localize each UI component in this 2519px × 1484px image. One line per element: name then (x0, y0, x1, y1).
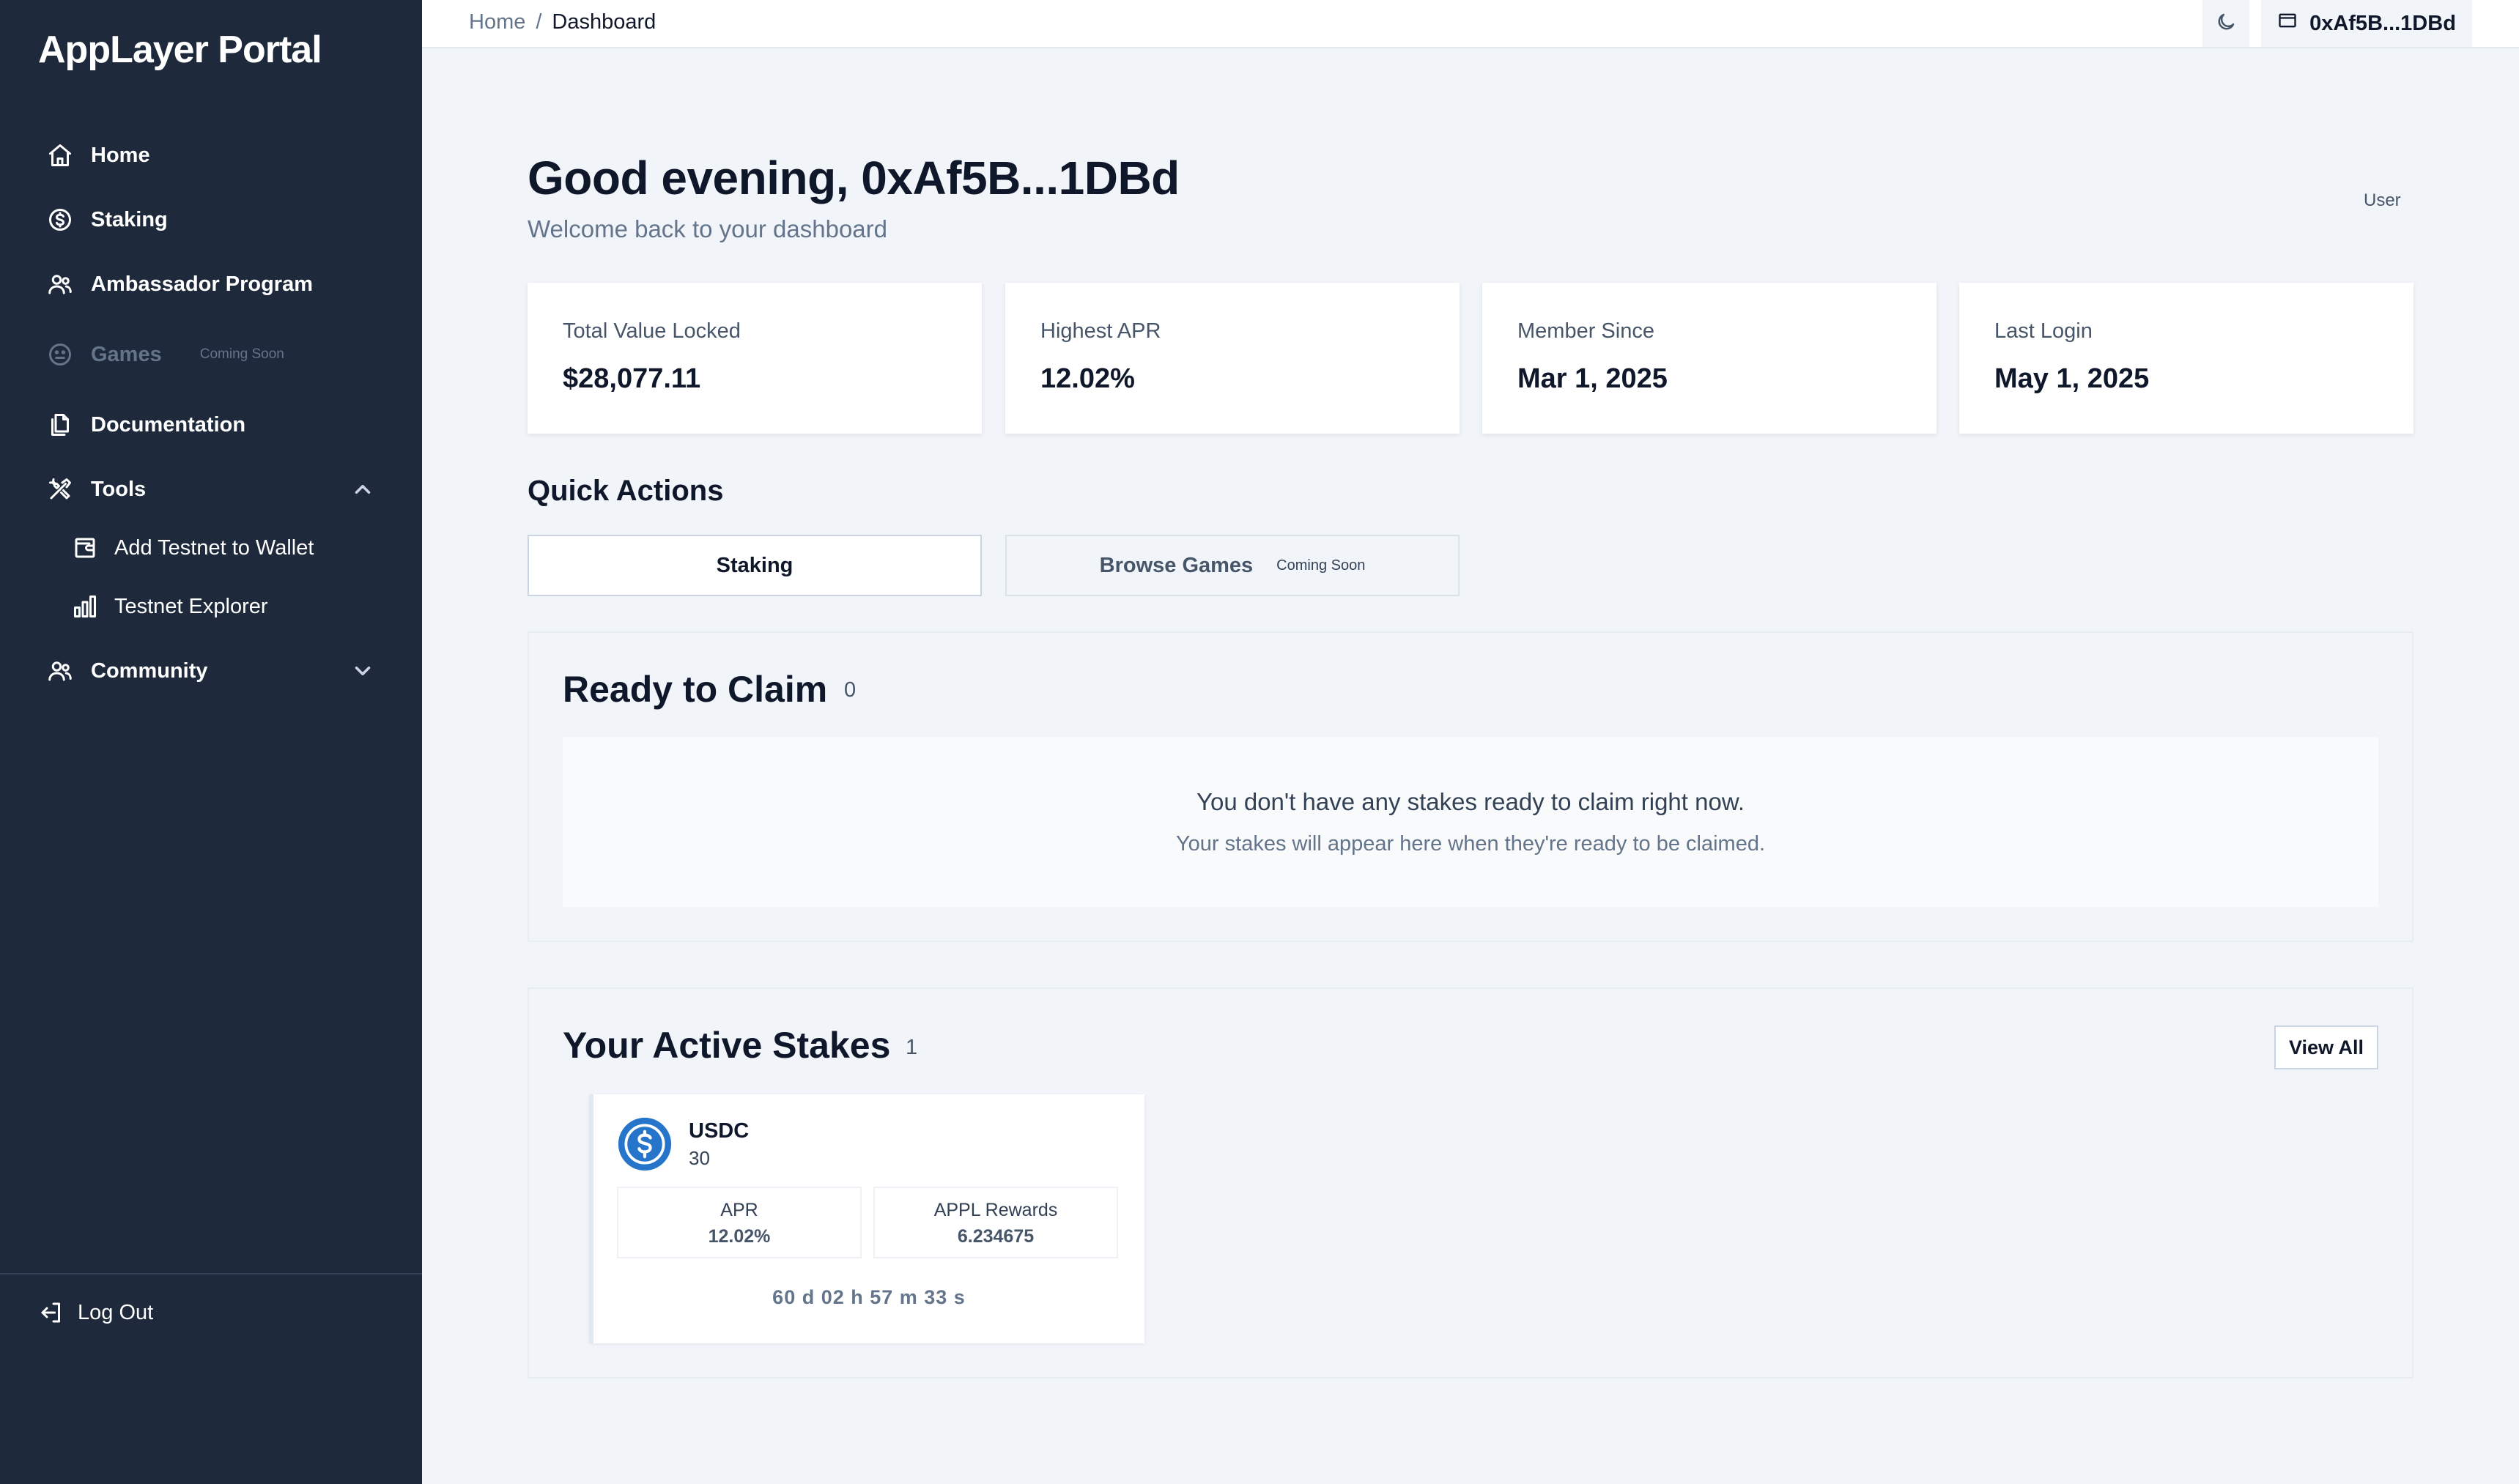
coming-soon-badge: Coming Soon (199, 346, 284, 362)
sidebar-item-label: Games (91, 342, 162, 366)
sidebar-item-ambassador[interactable]: Ambassador Program (45, 262, 313, 306)
empty-state-hint: Your stakes will appear here when they'r… (1175, 832, 1766, 856)
stat-card-tvl: Total Value Locked $28,077.11 (528, 283, 982, 434)
top-bar: Home / Dashboard 0xAf5B...1DBd (422, 0, 2519, 48)
view-all-button[interactable]: View All (2274, 1025, 2378, 1069)
users-icon (45, 270, 75, 299)
user-role-label: User (2364, 190, 2401, 210)
wallet-button[interactable]: 0xAf5B...1DBd (2261, 0, 2472, 47)
sidebar-item-label: Community (91, 658, 208, 683)
stake-countdown: 60 d 02 h 57 m 33 s (772, 1286, 966, 1308)
bar-chart-icon (70, 592, 100, 621)
documents-icon (45, 410, 75, 439)
community-icon (45, 656, 75, 686)
stake-rewards-label: APPL Rewards (933, 1200, 1058, 1220)
chevron-up-icon[interactable] (350, 477, 375, 502)
sidebar-item-label: Ambassador Program (91, 272, 313, 296)
stat-card-apr: Highest APR 12.02% (1005, 283, 1460, 434)
sidebar-item-tools[interactable]: Tools (45, 467, 146, 511)
breadcrumb-home[interactable]: Home (469, 10, 525, 34)
breadcrumb-current: Dashboard (552, 10, 656, 34)
sidebar-divider (0, 1273, 422, 1275)
logout-button[interactable]: Log Out (37, 1291, 153, 1335)
stat-label: Member Since (1517, 319, 1654, 343)
page-title: Good evening, 0xAf5B...1DBd (528, 152, 1180, 204)
stat-value: May 1, 2025 (1994, 363, 2150, 394)
stat-card-last-login: Last Login May 1, 2025 (1959, 283, 2413, 434)
coming-soon-badge: Coming Soon (1276, 557, 1366, 574)
theme-toggle-button[interactable] (2202, 0, 2249, 47)
sidebar: AppLayer Portal Home Staking Ambassador … (0, 0, 422, 1484)
stake-amount: 30 (689, 1147, 710, 1169)
sidebar-item-label: Staking (91, 207, 168, 231)
sidebar-subitem-label: Add Testnet to Wallet (114, 535, 314, 560)
page-subtitle: Welcome back to your dashboard (528, 215, 887, 242)
wallet-icon (70, 533, 100, 563)
stake-card[interactable]: USDC 30 APR 12.02% APPL Rewards 6.234675… (589, 1094, 1144, 1343)
smiley-icon (45, 340, 75, 369)
sidebar-item-community[interactable]: Community (45, 649, 208, 693)
quick-actions-title: Quick Actions (528, 475, 724, 507)
moon-icon (2215, 11, 2237, 37)
usdc-icon (618, 1117, 672, 1171)
dollar-circle-icon (45, 205, 75, 234)
wallet-address: 0xAf5B...1DBd (2309, 11, 2456, 35)
stake-apr-value: 12.02% (708, 1226, 771, 1247)
sidebar-item-documentation[interactable]: Documentation (45, 403, 245, 447)
stat-label: Total Value Locked (563, 319, 741, 343)
active-stakes-title: Your Active Stakes (563, 1025, 891, 1066)
tools-icon (45, 475, 75, 504)
breadcrumb: Home / Dashboard (469, 10, 656, 34)
stat-value: Mar 1, 2025 (1517, 363, 1668, 394)
staking-action-label: Staking (716, 553, 794, 577)
sidebar-subitem-label: Testnet Explorer (114, 594, 268, 618)
logout-icon (37, 1298, 66, 1327)
wallet-icon (2277, 10, 2309, 37)
stake-apr-label: APR (720, 1200, 758, 1220)
logout-label: Log Out (78, 1300, 154, 1324)
staking-action-button[interactable]: Staking (528, 535, 982, 596)
stat-value: $28,077.11 (563, 363, 701, 394)
sidebar-item-staking[interactable]: Staking (45, 198, 168, 242)
stake-rewards-box: APPL Rewards 6.234675 (873, 1187, 1118, 1258)
chevron-down-icon[interactable] (350, 658, 375, 683)
stake-token: USDC (689, 1119, 750, 1143)
sidebar-item-label: Tools (91, 477, 147, 501)
sidebar-subitem-add-testnet[interactable]: Add Testnet to Wallet (70, 527, 314, 568)
stake-apr-box: APR 12.02% (617, 1187, 862, 1258)
breadcrumb-separator: / (536, 10, 542, 34)
sidebar-item-games: Games Coming Soon (45, 333, 284, 376)
stat-value: 12.02% (1040, 363, 1135, 394)
ready-to-claim-title: Ready to Claim (563, 669, 828, 710)
empty-state-message: You don't have any stakes ready to claim… (1196, 788, 1745, 815)
sidebar-item-label: Home (91, 143, 150, 167)
stat-label: Highest APR (1040, 319, 1161, 343)
browse-games-button: Browse Games Coming Soon (1005, 535, 1460, 596)
active-stakes-count: 1 (906, 1036, 918, 1059)
browse-games-label: Browse Games (1099, 553, 1254, 577)
stat-card-member-since: Member Since Mar 1, 2025 (1482, 283, 1937, 434)
sidebar-subitem-testnet-explorer[interactable]: Testnet Explorer (70, 586, 268, 627)
app-logo[interactable]: AppLayer Portal (38, 28, 322, 72)
sidebar-item-home[interactable]: Home (45, 133, 150, 177)
sidebar-item-label: Documentation (91, 412, 246, 437)
home-icon (45, 141, 75, 170)
ready-to-claim-count: 0 (844, 678, 857, 702)
stat-label: Last Login (1994, 319, 2093, 343)
empty-state: You don't have any stakes ready to claim… (563, 737, 2378, 907)
stake-rewards-value: 6.234675 (957, 1226, 1035, 1247)
